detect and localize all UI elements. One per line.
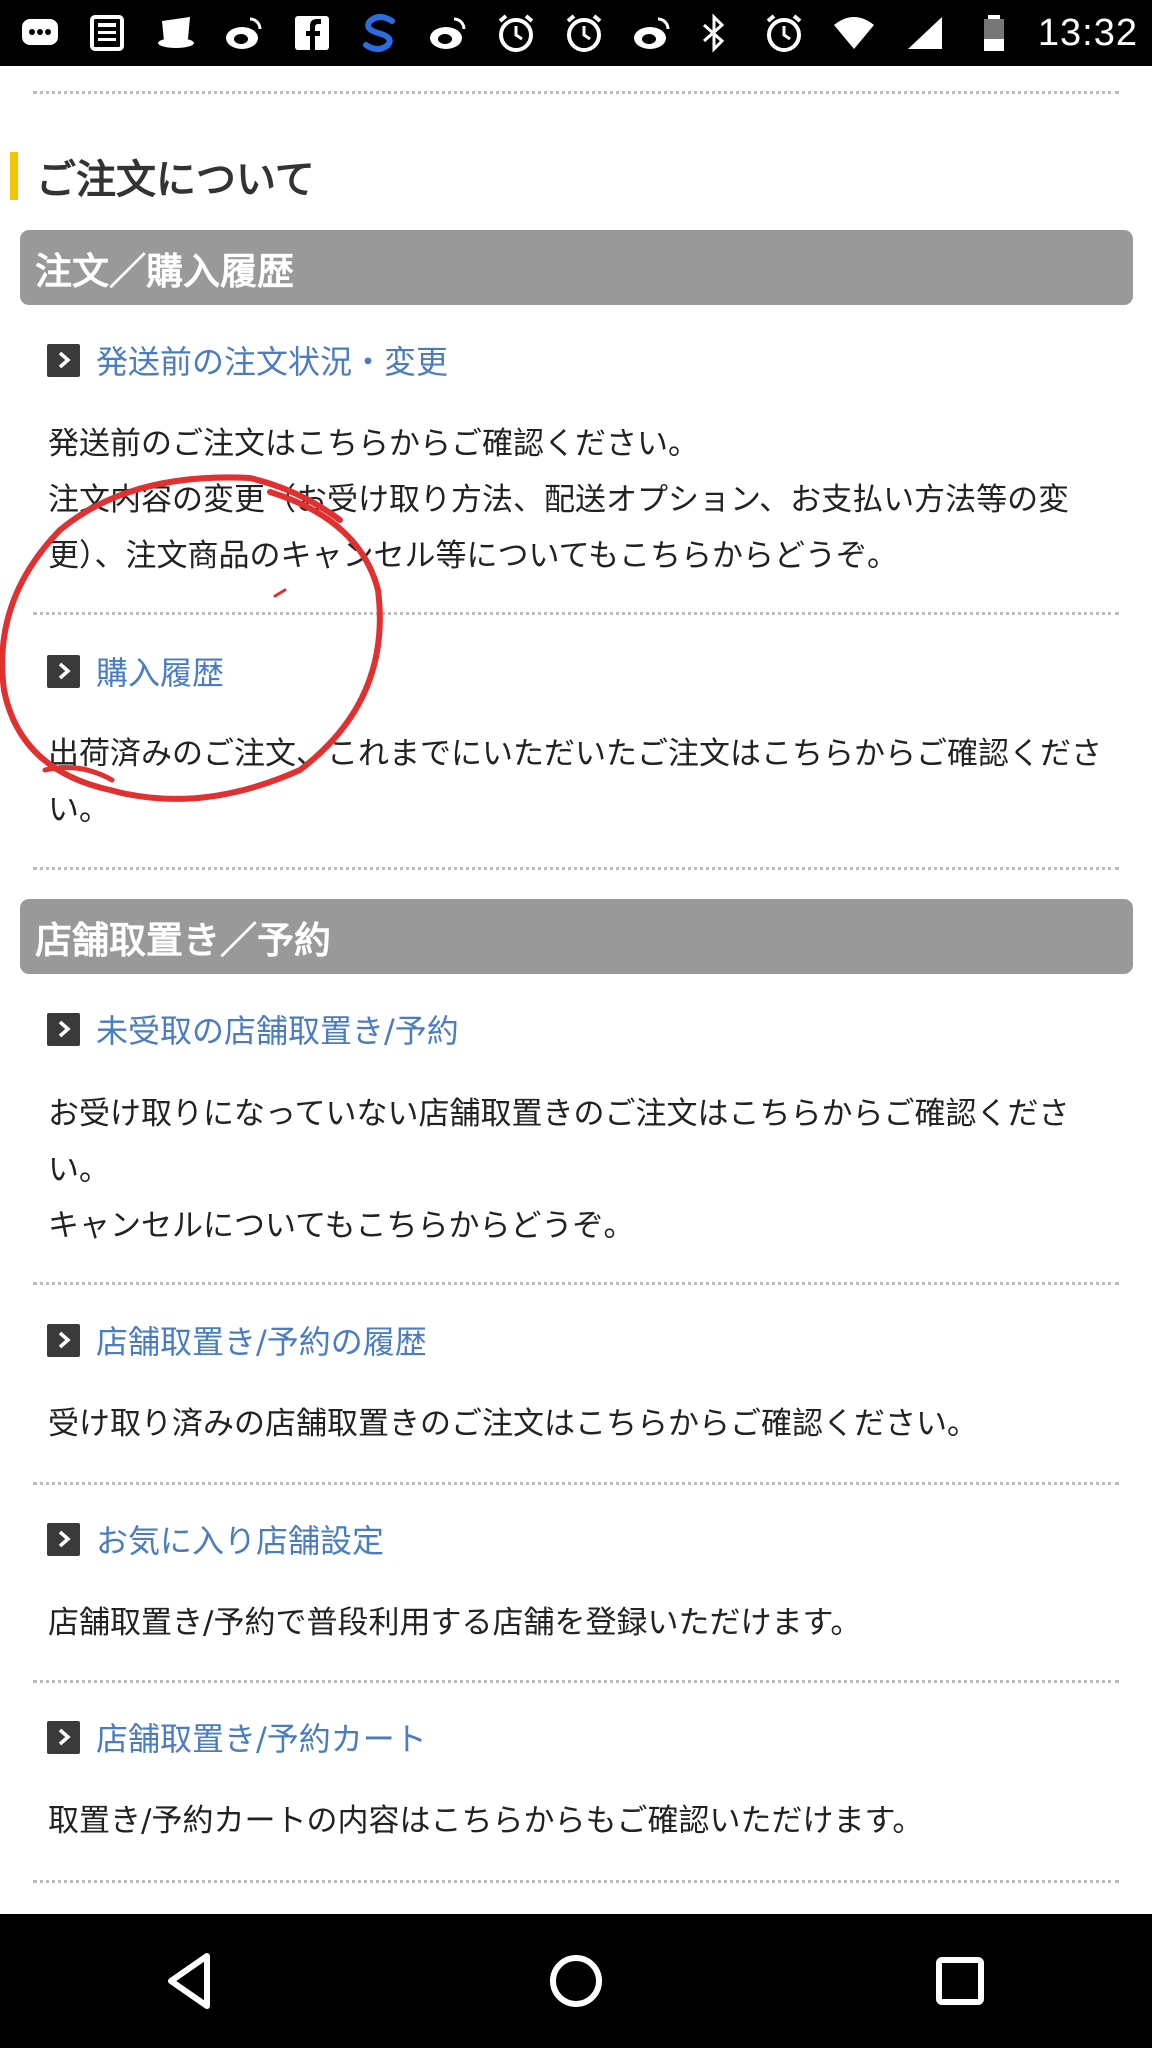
link-row-unreceived-pickup[interactable]: 未受取の店舗取置き/予約 xyxy=(47,1004,459,1054)
purchase-history-link[interactable]: 購入履歴 xyxy=(96,648,224,694)
chevron-right-icon xyxy=(47,1012,80,1046)
unreceived-pickup-link[interactable]: 未受取の店舗取置き/予約 xyxy=(96,1006,459,1052)
facebook-icon xyxy=(286,11,338,55)
s-app-icon xyxy=(354,11,406,55)
page-content[interactable]: ご注文について 注文／購入履歴 発送前の注文状況・変更 発送前のご注文はこちらか… xyxy=(0,66,1152,1914)
favorite-store-description: 店舗取置き/予約で普段利用する店舗を登録いただけます。 xyxy=(48,1595,1128,1651)
divider xyxy=(33,1680,1119,1683)
hat-icon xyxy=(150,11,202,55)
description-text: 受け取り済みの店舗取置きのご注文はこちらからご確認ください。 xyxy=(48,1406,978,1442)
divider xyxy=(33,612,1119,615)
chat-icon xyxy=(14,11,66,55)
bluetooth-icon xyxy=(688,11,740,55)
home-button[interactable] xyxy=(521,1926,631,2036)
description-text: 発送前のご注文はこちらからご確認ください。 xyxy=(48,426,699,462)
weibo-icon xyxy=(422,11,474,55)
link-row-purchase-history[interactable]: 購入履歴 xyxy=(47,646,224,696)
description-text: 取置き/予約カートの内容はこちらからもご確認いただけます。 xyxy=(48,1803,924,1839)
link-row-pre-shipment[interactable]: 発送前の注文状況・変更 xyxy=(47,335,448,385)
section-header-store-pickup: 店舗取置き／予約 xyxy=(20,899,1133,974)
back-button[interactable] xyxy=(137,1926,247,2036)
favorite-store-link[interactable]: お気に入り店舗設定 xyxy=(96,1516,384,1562)
pickup-cart-link[interactable]: 店舗取置き/予約カート xyxy=(96,1714,427,1760)
description-text: キャンセルについてもこちらからどうぞ。 xyxy=(48,1208,635,1244)
alarm-icon xyxy=(490,11,542,55)
page-title-text: ご注文について xyxy=(36,157,315,203)
alarm-icon xyxy=(758,11,810,55)
link-row-pickup-history[interactable]: 店舗取置き/予約の履歴 xyxy=(47,1315,427,1365)
battery-icon xyxy=(968,11,1020,55)
chevron-right-icon xyxy=(47,654,80,688)
notification-icons xyxy=(14,11,678,55)
divider xyxy=(33,867,1119,870)
system-icons: 13:32 xyxy=(688,11,1138,55)
signal-icon xyxy=(898,11,950,55)
clock: 13:32 xyxy=(1037,11,1138,54)
title-accent-bar xyxy=(10,152,18,200)
section-header-orders: 注文／購入履歴 xyxy=(20,230,1133,305)
back-icon xyxy=(168,1953,210,2009)
pickup-history-description: 受け取り済みの店舗取置きのご注文はこちらからご確認ください。 xyxy=(48,1396,1128,1452)
chevron-right-icon xyxy=(47,343,80,377)
wifi-icon xyxy=(828,11,880,55)
description-text: 出荷済みのご注文、これまでにいただいたご注文はこちらからご確認ください。 xyxy=(48,736,1102,828)
divider xyxy=(33,91,1119,94)
pickup-cart-description: 取置き/予約カートの内容はこちらからもご確認いただけます。 xyxy=(48,1793,1128,1849)
status-bar: 13:32 xyxy=(0,0,1152,66)
alarm-icon xyxy=(558,11,610,55)
description-text: 店舗取置き/予約で普段利用する店舗を登録いただけます。 xyxy=(48,1605,862,1641)
chevron-right-icon xyxy=(47,1720,80,1754)
page-title: ご注文について xyxy=(10,150,315,203)
news-icon xyxy=(82,11,134,55)
chevron-right-icon xyxy=(47,1522,80,1556)
unreceived-pickup-description: お受け取りになっていない店舗取置きのご注文はこちらからご確認ください。 キャンセ… xyxy=(48,1086,1128,1254)
home-icon xyxy=(550,1955,602,2007)
chevron-right-icon xyxy=(47,1323,80,1357)
link-row-favorite-store[interactable]: お気に入り店舗設定 xyxy=(47,1514,384,1564)
recents-button[interactable] xyxy=(905,1926,1015,2036)
pre-shipment-order-link[interactable]: 発送前の注文状況・変更 xyxy=(96,337,448,383)
divider xyxy=(33,1482,1119,1485)
divider xyxy=(33,1880,1119,1883)
pickup-history-link[interactable]: 店舗取置き/予約の履歴 xyxy=(96,1317,427,1363)
navigation-bar xyxy=(0,1914,1152,2048)
divider xyxy=(33,1282,1119,1285)
purchase-history-description: 出荷済みのご注文、これまでにいただいたご注文はこちらからご確認ください。 xyxy=(48,726,1128,838)
weibo-icon xyxy=(626,11,678,55)
description-text: 注文内容の変更（お受け取り方法、配送オプション、お支払い方法等の変更）、注文商品… xyxy=(48,482,1070,574)
recents-icon xyxy=(936,1957,984,2005)
description-text: お受け取りになっていない店舗取置きのご注文はこちらからご確認ください。 xyxy=(48,1096,1070,1188)
link-row-pickup-cart[interactable]: 店舗取置き/予約カート xyxy=(47,1712,427,1762)
weibo-icon xyxy=(218,11,270,55)
pre-shipment-description: 発送前のご注文はこちらからご確認ください。 注文内容の変更（お受け取り方法、配送… xyxy=(48,416,1128,584)
